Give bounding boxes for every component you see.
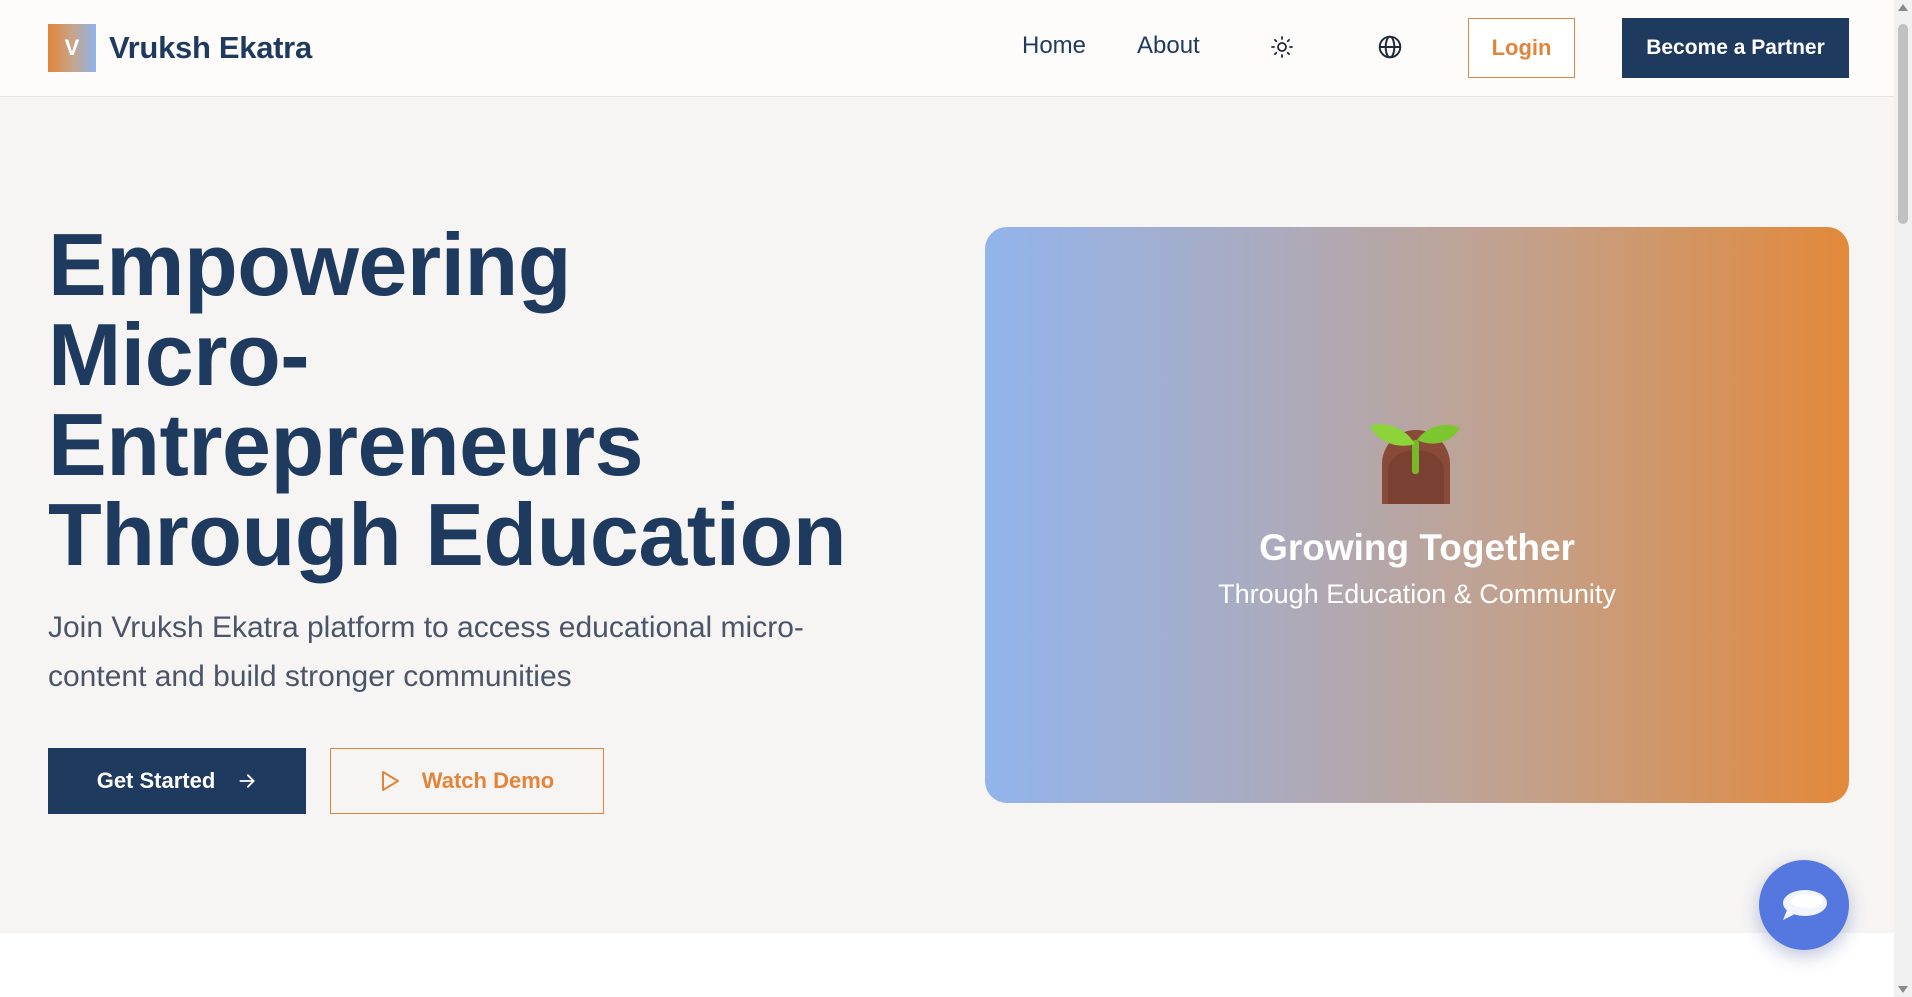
become-partner-button[interactable]: Become a Partner [1622, 18, 1849, 78]
globe-icon [1378, 35, 1402, 59]
hero-feature-card: Growing Together Through Education & Com… [985, 227, 1849, 803]
card-title: Growing Together [1259, 527, 1575, 568]
brand-name: Vruksh Ekatra [109, 30, 312, 65]
chat-button[interactable] [1759, 860, 1849, 950]
chat-bubble-icon [1783, 890, 1827, 920]
brand-logo[interactable]: V Vruksh Ekatra [48, 24, 312, 72]
hero-title-line: Empowering [48, 215, 572, 314]
card-subtitle: Through Education & Community [1218, 579, 1616, 609]
scroll-down-arrow-icon[interactable] [1898, 986, 1908, 993]
watch-demo-label: Watch Demo [421, 768, 555, 793]
navbar: V Vruksh Ekatra Home About Login Become … [0, 0, 1894, 97]
hero-title-line: Entrepreneurs [48, 395, 644, 494]
scroll-up-arrow-icon[interactable] [1898, 4, 1908, 11]
get-started-label: Get Started [96, 768, 216, 793]
watch-demo-button[interactable]: Watch Demo [330, 748, 604, 814]
logo-badge: V [48, 24, 96, 72]
sun-icon [1271, 36, 1293, 58]
hero-subtitle: Join Vruksh Ekatra platform to access ed… [48, 611, 804, 693]
hero-title: Empowering Micro- Entrepreneurs Through … [48, 220, 928, 580]
language-button[interactable] [1373, 30, 1407, 64]
nav-home-link[interactable]: Home [1022, 32, 1086, 60]
theme-toggle-button[interactable] [1265, 30, 1299, 64]
hero-title-line: Through Education [48, 485, 847, 584]
arrow-right-icon [239, 774, 255, 788]
get-started-button[interactable]: Get Started [48, 748, 306, 814]
sprout-icon [1370, 424, 1460, 504]
play-icon [381, 771, 399, 791]
page: V Vruksh Ekatra Home About Login Become … [0, 0, 1912, 997]
nav-about-link[interactable]: About [1137, 32, 1200, 60]
login-button[interactable]: Login [1468, 18, 1575, 78]
vertical-scrollbar[interactable] [1894, 0, 1912, 997]
hero-title-line: Micro- [48, 305, 310, 404]
scrollbar-thumb[interactable] [1898, 24, 1908, 224]
next-section [0, 933, 1894, 997]
